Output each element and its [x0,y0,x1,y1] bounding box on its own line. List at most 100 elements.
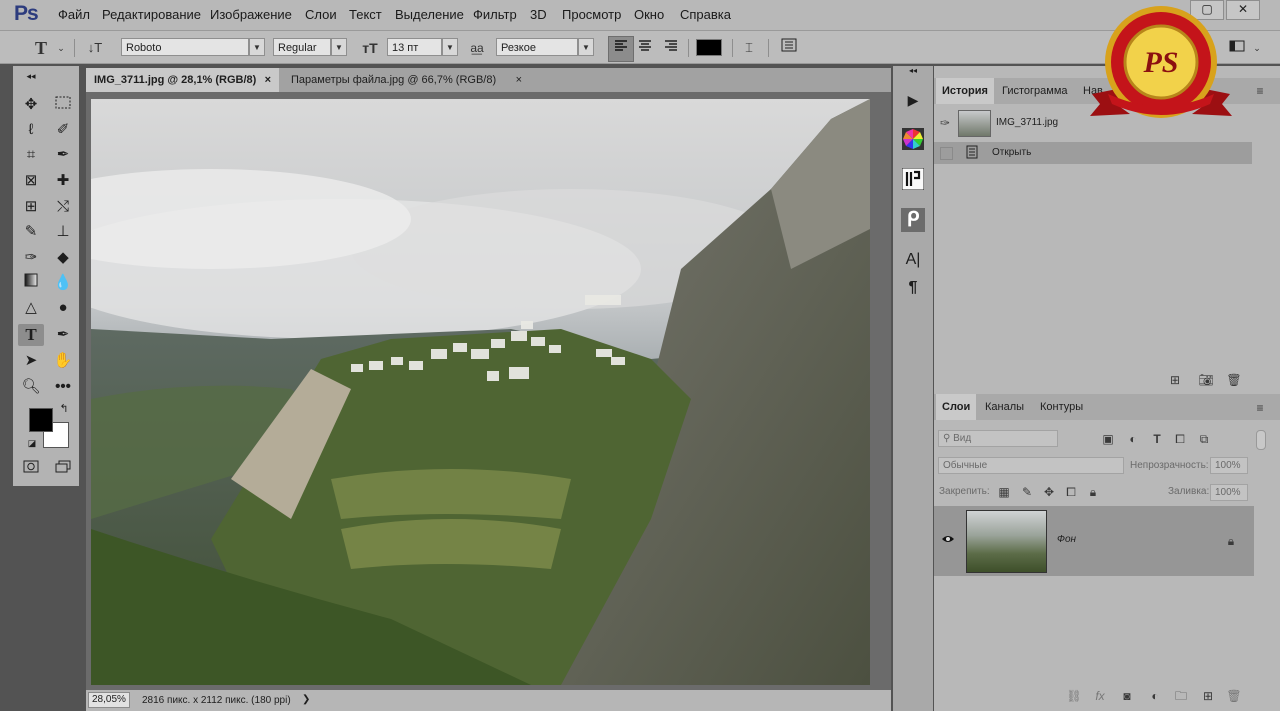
eyedropper-tool-icon[interactable]: ✒ [50,144,76,166]
align-left-icon[interactable] [608,36,634,62]
fill-field[interactable]: 100% [1210,484,1248,501]
layer-name[interactable]: Фон [1057,534,1076,545]
lock-transparent-pixels-icon[interactable]: ▦ [996,484,1012,500]
filter-shape-icon[interactable]: ⧠ [1172,431,1188,447]
font-family-field[interactable]: Roboto [121,38,249,56]
history-step-row[interactable]: Открыть [934,142,1252,164]
move-tool-icon[interactable]: ✥ [18,94,44,116]
font-size-field[interactable]: 13 пт [387,38,442,56]
align-center-icon[interactable] [634,37,656,59]
character-panel-icon[interactable] [778,37,800,59]
menu-3d[interactable]: 3D [530,7,547,22]
document-tab-params[interactable]: Параметры файла.jpg @ 66,7% (RGB/8) × [283,68,530,92]
pen-path-tool-icon[interactable]: ✒ [50,324,76,346]
blend-mode-select[interactable]: Обычные [938,457,1124,474]
plugin-panel-icon[interactable] [901,167,925,192]
workspace-chevron-icon[interactable]: ⌄ [1246,37,1268,59]
paragraph-panel-icon[interactable]: ¶ [901,276,925,300]
more-tools-icon[interactable]: ••• [50,376,76,398]
default-colors-icon[interactable]: ◪ [25,436,39,450]
lock-artboard-icon[interactable]: ⧠ [1063,484,1079,500]
character-panel-icon[interactable]: A| [901,248,925,272]
menu-file[interactable]: Файл [58,7,90,22]
lock-position-icon[interactable]: ✥ [1041,484,1057,500]
visibility-eye-icon[interactable] [940,532,956,548]
text-color-swatch[interactable] [696,39,722,56]
screen-mode-icon[interactable] [50,458,76,480]
create-snapshot-icon[interactable]: 📷︎ [1198,372,1214,388]
quick-selection-tool-icon[interactable]: ✐ [50,119,76,141]
align-right-icon[interactable] [660,37,682,59]
filter-pixel-icon[interactable]: ▣ [1100,431,1116,447]
antialias-dropdown[interactable]: ▼ [578,38,594,56]
blur-tool-icon[interactable]: 💧 [50,272,76,294]
close-tab-icon[interactable]: × [516,68,522,92]
app-logo[interactable]: Ps [14,2,39,26]
lock-all-icon[interactable]: 🔒︎ [1085,484,1101,500]
color-panel-icon[interactable] [901,128,925,152]
tab-histogram[interactable]: Гистограмма [996,78,1074,104]
opacity-field[interactable]: 100% [1210,457,1248,474]
add-mask-icon[interactable]: ◙ [1119,688,1135,704]
zoom-level-field[interactable]: 28,05% [88,692,130,708]
brush-tool-icon[interactable]: ✎ [18,221,44,243]
paragraph-style-panel-icon[interactable]: ᑭ [901,208,925,232]
clone-stamp-tool-icon[interactable]: ⊥ [50,221,76,243]
tab-channels[interactable]: Каналы [979,394,1030,420]
filter-smart-object-icon[interactable]: ⧉ [1196,431,1212,447]
text-orientation-icon[interactable]: ↓T [84,37,106,59]
new-adjustment-layer-icon[interactable]: ◐ [1147,688,1163,704]
tab-paths[interactable]: Контуры [1034,394,1089,420]
new-document-from-state-icon[interactable]: ⊞ [1167,372,1183,388]
type-tool-icon[interactable]: T [18,324,44,346]
close-tab-icon[interactable]: × [265,68,271,92]
delete-layer-icon[interactable]: 🗑︎ [1226,688,1242,704]
warp-text-icon[interactable]: ⌶ [738,37,760,59]
zoom-tool-icon[interactable]: 🔍︎ [18,376,44,398]
layers-panel-menu-icon[interactable]: ≡ [1252,400,1268,416]
collapse-tools-icon[interactable]: ◂◂ [18,70,44,82]
pen-tool-icon[interactable]: △ [18,297,44,319]
path-selection-tool-icon[interactable]: ➤ [18,350,44,372]
new-layer-icon[interactable]: ⊞ [1200,688,1216,704]
menu-image[interactable]: Изображение [210,7,292,22]
eraser-tool-icon[interactable]: ◆ [50,247,76,269]
healing-brush-tool-icon[interactable]: ✚ [50,170,76,192]
font-style-dropdown[interactable]: ▼ [331,38,347,56]
frame-tool-icon[interactable]: ⊠ [18,170,44,192]
patch-tool-icon[interactable]: ⊞ [18,196,44,218]
tab-history[interactable]: История [936,78,994,104]
menu-filter[interactable]: Фильтр [473,7,517,22]
menu-window[interactable]: Окно [634,7,664,22]
swap-colors-icon[interactable]: ↰ [57,402,71,416]
layer-style-icon[interactable]: fx [1092,688,1108,704]
tab-layers[interactable]: Слои [936,394,977,420]
new-group-icon[interactable]: 🗀︎ [1173,688,1189,704]
link-layers-icon[interactable]: ⛓︎ [1066,688,1082,704]
delete-state-icon[interactable]: 🗑︎ [1226,372,1242,388]
lock-image-pixels-icon[interactable]: ✎ [1019,484,1035,500]
layer-row[interactable]: Фон 🔒︎ [934,506,1254,576]
hand-tool-icon[interactable]: ✋ [50,350,76,372]
actions-play-icon[interactable]: ▶ [901,88,925,112]
menu-select[interactable]: Выделение [395,7,464,22]
quick-mask-icon[interactable] [18,458,44,480]
type-tool-preset-icon[interactable]: T [30,37,52,59]
filter-type-icon[interactable]: T [1149,431,1165,447]
collapse-dock-icon[interactable]: ◂◂ [901,66,925,76]
document-image[interactable] [91,99,870,685]
menu-edit[interactable]: Редактирование [102,7,201,22]
menu-view[interactable]: Просмотр [562,7,621,22]
lasso-tool-icon[interactable]: ℓ [18,119,44,141]
history-brush-tool-icon[interactable]: ✑ [18,247,44,269]
menu-layers[interactable]: Слои [305,7,337,22]
font-family-dropdown[interactable]: ▼ [249,38,265,56]
history-source-checkbox[interactable] [940,147,953,160]
menu-type[interactable]: Текст [349,7,382,22]
history-brush-source-icon[interactable]: ✑ [937,115,953,131]
dodge-tool-icon[interactable]: ● [50,297,76,319]
content-aware-move-tool-icon[interactable]: ⤭ [50,196,76,218]
gradient-tool-icon[interactable] [18,272,44,294]
status-menu-arrow-icon[interactable]: ❯ [302,694,310,705]
font-size-dropdown[interactable]: ▼ [442,38,458,56]
